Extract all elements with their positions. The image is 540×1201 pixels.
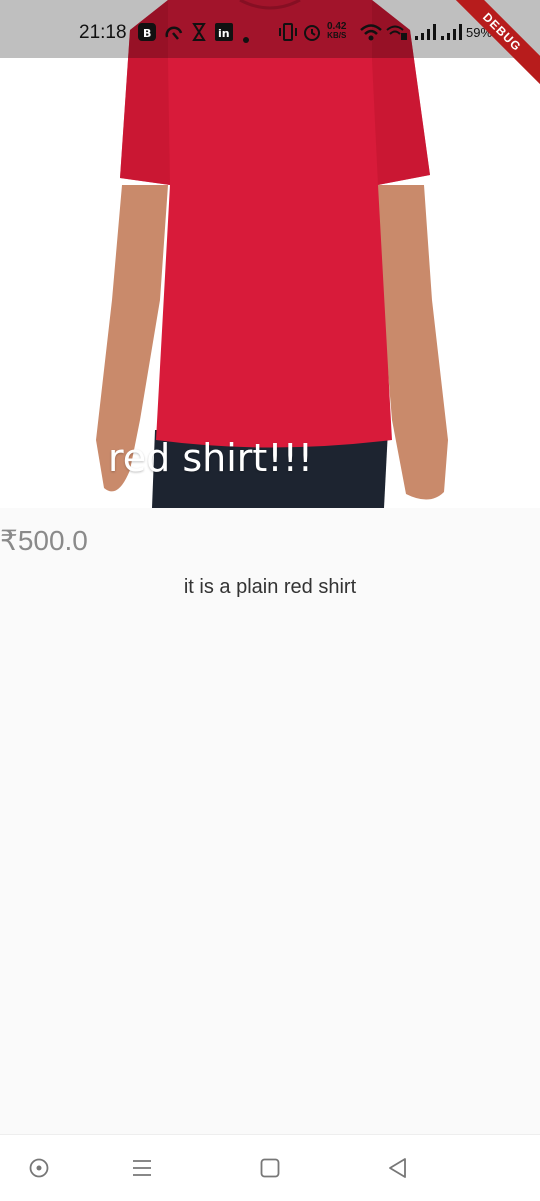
signal-icon-2 [440,23,462,46]
product-price: ₹500.0 [0,525,88,556]
wifi-calling-icon [386,23,408,46]
signal-icon [414,23,436,46]
hourglass-icon [192,23,206,46]
product-title: red shirt!!! [108,436,314,480]
square-home-icon [260,1158,280,1178]
status-bar: 21:18 B in 0.42 KB/S 59% [0,0,540,58]
cloud-sync-icon [164,23,184,46]
assistant-button[interactable] [27,1156,51,1180]
menu-lines-icon [133,1160,151,1176]
dot-icon [243,30,249,48]
network-speed: 0.42 KB/S [327,21,347,41]
network-speed-unit: KB/S [327,31,347,40]
back-triangle-icon [389,1158,406,1178]
vibrate-icon [279,23,297,46]
product-description: it is a plain red shirt [183,576,357,598]
navigation-bar [0,1134,540,1201]
wifi-icon [360,23,382,46]
assistant-icon [29,1158,49,1178]
svg-text:B: B [143,27,151,40]
home-button[interactable] [258,1156,282,1180]
product-photo-illustration [96,0,448,508]
product-image: red shirt!!! [0,0,540,508]
network-speed-value: 0.42 [327,21,347,32]
svg-text:in: in [218,27,230,40]
status-time: 21:18 [79,22,127,43]
bold-app-icon: B [138,23,156,46]
recent-apps-button[interactable] [130,1156,154,1180]
back-button[interactable] [386,1156,410,1180]
linkedin-icon: in [215,23,233,46]
alarm-icon [303,23,321,46]
